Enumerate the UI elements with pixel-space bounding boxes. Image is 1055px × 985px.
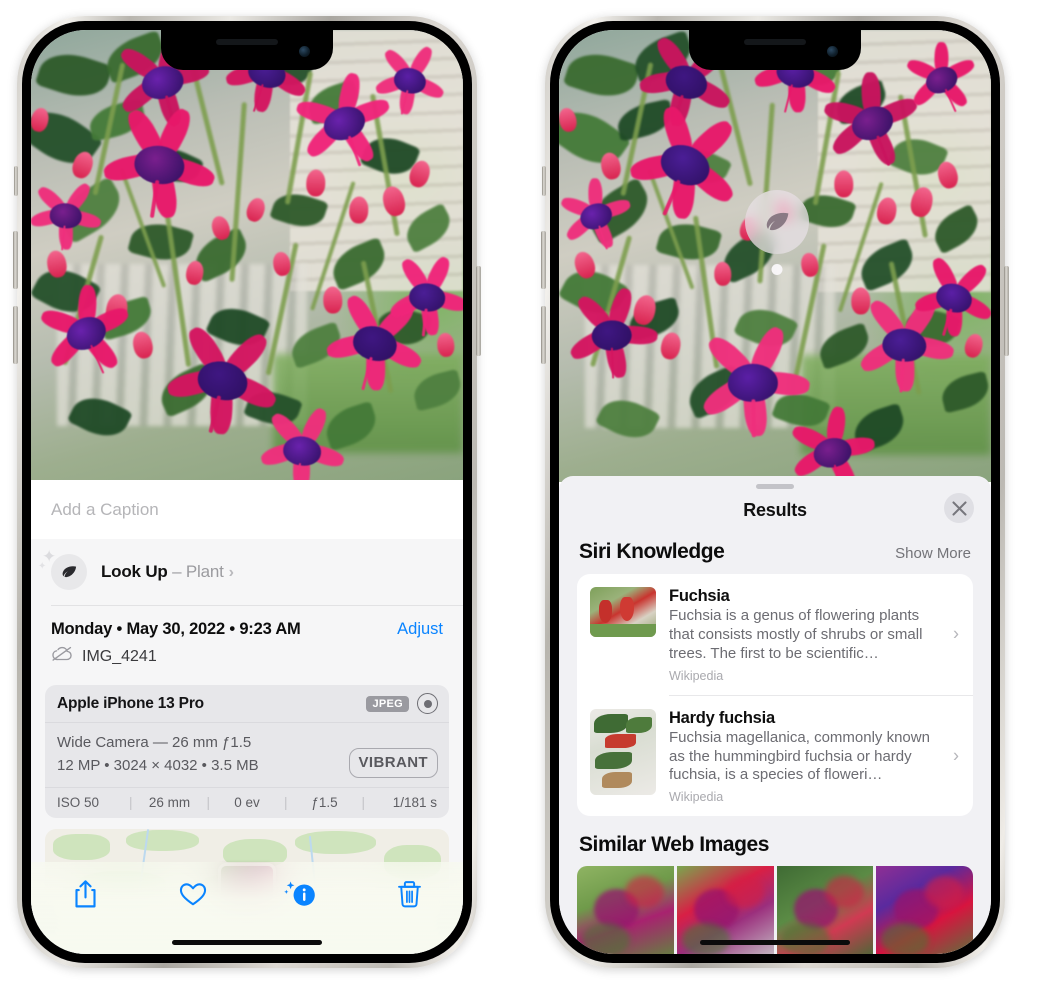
silent-switch[interactable] [14,166,18,196]
volume-up-button[interactable] [541,231,546,289]
delete-button[interactable] [381,876,437,916]
knowledge-row[interactable]: Fuchsia Fuchsia is a genus of flowering p… [577,574,973,695]
knowledge-description: Fuchsia magellanica, commonly known as t… [669,728,930,784]
silent-switch[interactable] [542,166,546,196]
icloud-slash-icon [51,646,73,667]
aperture-icon [417,693,438,714]
trash-icon [397,880,422,913]
similar-web-images-header: Similar Web Images [559,816,991,866]
screen-right: Results Siri Knowledge Show More Fuchsia… [559,30,991,954]
info-button[interactable] [273,876,329,916]
home-indicator [700,940,850,945]
front-camera [827,46,838,57]
siri-knowledge-header: Siri Knowledge Show More [559,535,991,574]
camera-info-header: Apple iPhone 13 Pro JPEG [45,685,449,723]
volume-up-button[interactable] [13,231,18,289]
knowledge-text: Hardy fuchsia Fuchsia magellanica, common… [669,709,960,805]
knowledge-source: Wikipedia [669,790,724,805]
web-image-thumbnail[interactable] [577,866,674,954]
exif-stat: ISO 50 [57,794,100,810]
siri-knowledge-card: Fuchsia Fuchsia is a genus of flowering p… [577,574,973,817]
home-indicator [172,940,322,945]
look-up-title: Look Up [101,562,168,581]
show-more-button[interactable]: Show More [895,545,971,562]
camera-info-body: Wide Camera — 26 mm ƒ1.5 12 MP • 3024 × … [45,723,449,788]
adjust-button[interactable]: Adjust [397,620,443,639]
exif-separator: | [361,794,365,810]
flower [566,286,658,379]
photo-filename: IMG_4241 [82,647,157,665]
photo-viewer[interactable] [559,30,991,482]
look-up-label: Look Up – Plant › [101,562,234,582]
share-button[interactable] [57,876,113,916]
photo-viewer[interactable] [31,30,463,480]
notch-right [689,30,861,70]
exif-stat: ƒ1.5 [311,794,338,810]
close-icon[interactable] [944,493,974,523]
power-button[interactable] [1004,266,1009,356]
exif-stat: 26 mm [148,794,191,810]
look-up-row[interactable]: ✦ ✦ Look Up – Plant › [31,539,463,605]
knowledge-description: Fuchsia is a genus of flowering plants t… [669,607,923,662]
exif-separator: | [283,794,288,810]
flower [258,405,347,480]
results-sheet: Results Siri Knowledge Show More Fuchsia… [559,476,991,954]
chevron-right-icon: › [228,564,234,581]
web-image-thumbnail[interactable] [876,866,973,954]
phone-left: Add a Caption ✦ ✦ Look Up – Plant › Mond… [13,16,481,968]
exif-stat: 0 ev [234,794,260,810]
volume-down-button[interactable] [13,306,18,364]
exif-separator: | [128,794,133,810]
power-button[interactable] [476,266,481,356]
leaf-icon: ✦ ✦ [38,548,87,590]
chevron-right-icon: › [953,623,959,644]
screen-left: Add a Caption ✦ ✦ Look Up – Plant › Mond… [31,30,463,954]
flower [699,323,812,437]
results-header: Results [559,489,991,535]
phone-right: Results Siri Knowledge Show More Fuchsia… [541,16,1009,968]
photo-date: Monday • May 30, 2022 • 9:23 AM [51,620,301,638]
phone-bezel-left: Add a Caption ✦ ✦ Look Up – Plant › Mond… [22,21,472,963]
exif-stat: 1/181 s [392,794,437,810]
favorite-button[interactable] [165,876,221,916]
earpiece-speaker [216,39,278,45]
knowledge-row[interactable]: Hardy fuchsia Fuchsia magellanica, common… [577,696,973,817]
camera-info-card[interactable]: Apple iPhone 13 Pro JPEG Wide Camera — 2… [45,685,449,818]
flower [388,254,463,337]
knowledge-thumbnail [590,708,656,795]
knowledge-title: Fuchsia [669,587,730,605]
look-up-subject: Plant [185,562,224,581]
earpiece-speaker [744,39,806,45]
look-up-dash: – [167,562,186,581]
caption-field-row[interactable]: Add a Caption [31,480,463,539]
sparkle-small-icon: ✦ [38,561,47,572]
photographic-style-badge: VIBRANT [348,748,438,778]
share-icon [72,879,99,914]
visual-lookup-pin[interactable] [745,190,809,254]
knowledge-thumbnail [590,587,656,637]
front-camera [299,46,310,57]
volume-down-button[interactable] [541,306,546,364]
siri-knowledge-title: Siri Knowledge [579,540,725,563]
caption-input[interactable]: Add a Caption [51,500,443,520]
format-badge: JPEG [366,695,409,712]
camera-model: Apple iPhone 13 Pro [57,694,204,712]
knowledge-text: Fuchsia Fuchsia is a genus of flowering p… [669,587,960,683]
flower [31,180,103,251]
info-sparkle-icon [284,879,318,914]
heart-icon [179,881,207,912]
results-title: Results [743,500,807,520]
similar-web-images-title: Similar Web Images [579,833,769,857]
flower [101,105,218,220]
phone-bezel-right: Results Siri Knowledge Show More Fuchsia… [550,21,1000,963]
exif-separator: | [206,794,210,810]
knowledge-title: Hardy fuchsia [669,708,775,727]
flower-bud [834,170,854,198]
notch-left [161,30,333,70]
knowledge-source: Wikipedia [669,668,724,683]
photo-metadata: Monday • May 30, 2022 • 9:23 AM Adjust I… [31,606,463,677]
chevron-right-icon: › [953,745,959,766]
camera-exif-stats: ISO 50 | 26 mm | 0 ev | ƒ1.5 | 1/181 s [45,788,449,818]
